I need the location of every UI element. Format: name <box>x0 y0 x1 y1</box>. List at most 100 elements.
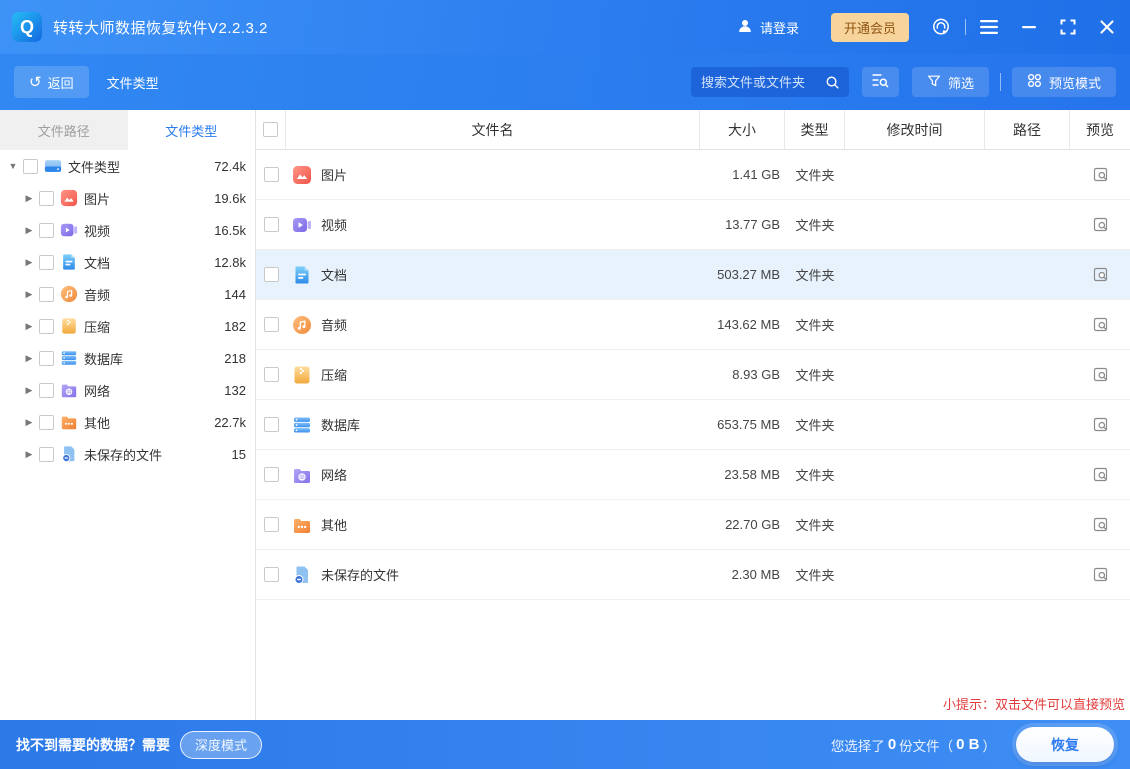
tree-checkbox[interactable] <box>39 415 54 430</box>
search-input[interactable] <box>691 75 825 90</box>
filter-button[interactable]: 筛选 <box>912 67 989 97</box>
preview-file-icon[interactable] <box>1092 166 1109 183</box>
file-size: 653.75 MB <box>700 417 785 432</box>
row-checkbox[interactable] <box>264 267 279 282</box>
tree-item-database[interactable]: ▶ 数据库 218 <box>0 342 255 374</box>
column-header-name[interactable]: 文件名 <box>286 110 700 149</box>
menu-icon[interactable] <box>980 20 998 34</box>
column-header-preview[interactable]: 预览 <box>1070 110 1130 149</box>
table-row[interactable]: 图片 1.41 GB 文件夹 <box>256 150 1130 200</box>
expand-arrow-icon[interactable]: ▶ <box>22 289 36 300</box>
preview-file-icon[interactable] <box>1092 516 1109 533</box>
row-checkbox[interactable] <box>264 167 279 182</box>
preview-file-icon[interactable] <box>1092 366 1109 383</box>
unsaved-icon <box>292 565 312 585</box>
preview-file-icon[interactable] <box>1092 266 1109 283</box>
tree-item-others[interactable]: ▶ 其他 22.7k <box>0 406 255 438</box>
column-header-size[interactable]: 大小 <box>700 110 785 149</box>
table-row[interactable]: 数据库 653.75 MB 文件夹 <box>256 400 1130 450</box>
tree-checkbox[interactable] <box>39 319 54 334</box>
tree-item-videos[interactable]: ▶ 视频 16.5k <box>0 214 255 246</box>
file-size: 503.27 MB <box>700 267 785 282</box>
select-all-checkbox[interactable] <box>263 122 278 137</box>
tree-checkbox[interactable] <box>23 159 38 174</box>
login-button[interactable]: 请登录 <box>737 18 799 37</box>
table-row[interactable]: 音频 143.62 MB 文件夹 <box>256 300 1130 350</box>
app-logo-icon: Q <box>12 12 42 42</box>
expand-arrow-icon[interactable]: ▶ <box>22 449 36 460</box>
unsaved-icon <box>60 445 78 463</box>
file-type-tree: ▼ 文件类型 72.4k ▶ 图片 19.6k ▶ <box>0 150 255 470</box>
preview-mode-button[interactable]: 预览模式 <box>1012 67 1116 97</box>
deep-scan-prompt: 找不到需要的数据？需要 <box>16 735 170 755</box>
vip-button[interactable]: 开通会员 <box>831 13 909 42</box>
tab-file-path[interactable]: 文件路径 <box>0 110 128 150</box>
tree-item-archives[interactable]: ▶ 压缩 182 <box>0 310 255 342</box>
table-row[interactable]: 未保存的文件 2.30 MB 文件夹 <box>256 550 1130 600</box>
tab-file-type[interactable]: 文件类型 <box>128 110 256 150</box>
table-row[interactable]: 其他 22.70 GB 文件夹 <box>256 500 1130 550</box>
minimize-icon[interactable] <box>1022 20 1036 34</box>
table-row[interactable]: 网络 23.58 MB 文件夹 <box>256 450 1130 500</box>
table-row[interactable]: 文档 503.27 MB 文件夹 <box>256 250 1130 300</box>
file-name: 文档 <box>321 265 347 284</box>
tree-checkbox[interactable] <box>39 383 54 398</box>
tree-item-label: 数据库 <box>84 349 123 368</box>
close-icon[interactable] <box>1100 20 1114 34</box>
network-icon <box>60 381 78 399</box>
other-icon <box>292 515 312 535</box>
preview-file-icon[interactable] <box>1092 416 1109 433</box>
recover-button[interactable]: 恢复 <box>1016 727 1114 762</box>
preview-file-icon[interactable] <box>1092 466 1109 483</box>
row-checkbox[interactable] <box>264 517 279 532</box>
tree-item-file-type[interactable]: ▼ 文件类型 72.4k <box>0 150 255 182</box>
tree-checkbox[interactable] <box>39 351 54 366</box>
tree-item-audio[interactable]: ▶ 音频 144 <box>0 278 255 310</box>
deep-mode-button[interactable]: 深度模式 <box>180 731 262 759</box>
column-header-path[interactable]: 路径 <box>985 110 1070 149</box>
row-checkbox[interactable] <box>264 317 279 332</box>
selection-middle: 份文件（ <box>899 735 953 755</box>
collapse-arrow-icon[interactable]: ▼ <box>6 161 20 171</box>
tree-item-count: 16.5k <box>214 223 255 238</box>
expand-arrow-icon[interactable]: ▶ <box>22 353 36 364</box>
toolbar: ↺ 返回 文件类型 筛选 预览模式 <box>0 54 1130 110</box>
expand-arrow-icon[interactable]: ▶ <box>22 193 36 204</box>
tree-item-images[interactable]: ▶ 图片 19.6k <box>0 182 255 214</box>
row-checkbox[interactable] <box>264 467 279 482</box>
tree-item-unsaved[interactable]: ▶ 未保存的文件 15 <box>0 438 255 470</box>
table-row[interactable]: 视频 13.77 GB 文件夹 <box>256 200 1130 250</box>
row-checkbox[interactable] <box>264 217 279 232</box>
database-icon <box>292 415 312 435</box>
tree-item-documents[interactable]: ▶ 文档 12.8k <box>0 246 255 278</box>
tree-checkbox[interactable] <box>39 447 54 462</box>
tree-item-network[interactable]: ▶ 网络 132 <box>0 374 255 406</box>
customer-service-icon[interactable] <box>931 17 951 37</box>
expand-arrow-icon[interactable]: ▶ <box>22 257 36 268</box>
preview-file-icon[interactable] <box>1092 216 1109 233</box>
tree-checkbox[interactable] <box>39 191 54 206</box>
row-checkbox[interactable] <box>264 367 279 382</box>
tree-checkbox[interactable] <box>39 255 54 270</box>
row-checkbox[interactable] <box>264 417 279 432</box>
preview-file-icon[interactable] <box>1092 566 1109 583</box>
tree-checkbox[interactable] <box>39 287 54 302</box>
back-button[interactable]: ↺ 返回 <box>14 66 89 98</box>
expand-arrow-icon[interactable]: ▶ <box>22 225 36 236</box>
app-title: 转转大师数据恢复软件V2.2.3.2 <box>53 17 268 38</box>
expand-arrow-icon[interactable]: ▶ <box>22 385 36 396</box>
expand-arrow-icon[interactable]: ▶ <box>22 321 36 332</box>
other-icon <box>60 413 78 431</box>
maximize-icon[interactable] <box>1060 19 1076 35</box>
selection-summary: 您选择了 0 份文件（ 0 B ） <box>831 735 996 755</box>
column-header-type[interactable]: 类型 <box>785 110 845 149</box>
expand-arrow-icon[interactable]: ▶ <box>22 417 36 428</box>
file-name: 其他 <box>321 515 347 534</box>
row-checkbox[interactable] <box>264 567 279 582</box>
search-icon[interactable] <box>825 75 840 90</box>
tree-checkbox[interactable] <box>39 223 54 238</box>
column-header-mtime[interactable]: 修改时间 <box>845 110 985 149</box>
table-row[interactable]: 压缩 8.93 GB 文件夹 <box>256 350 1130 400</box>
preview-file-icon[interactable] <box>1092 316 1109 333</box>
list-search-button[interactable] <box>862 67 899 97</box>
